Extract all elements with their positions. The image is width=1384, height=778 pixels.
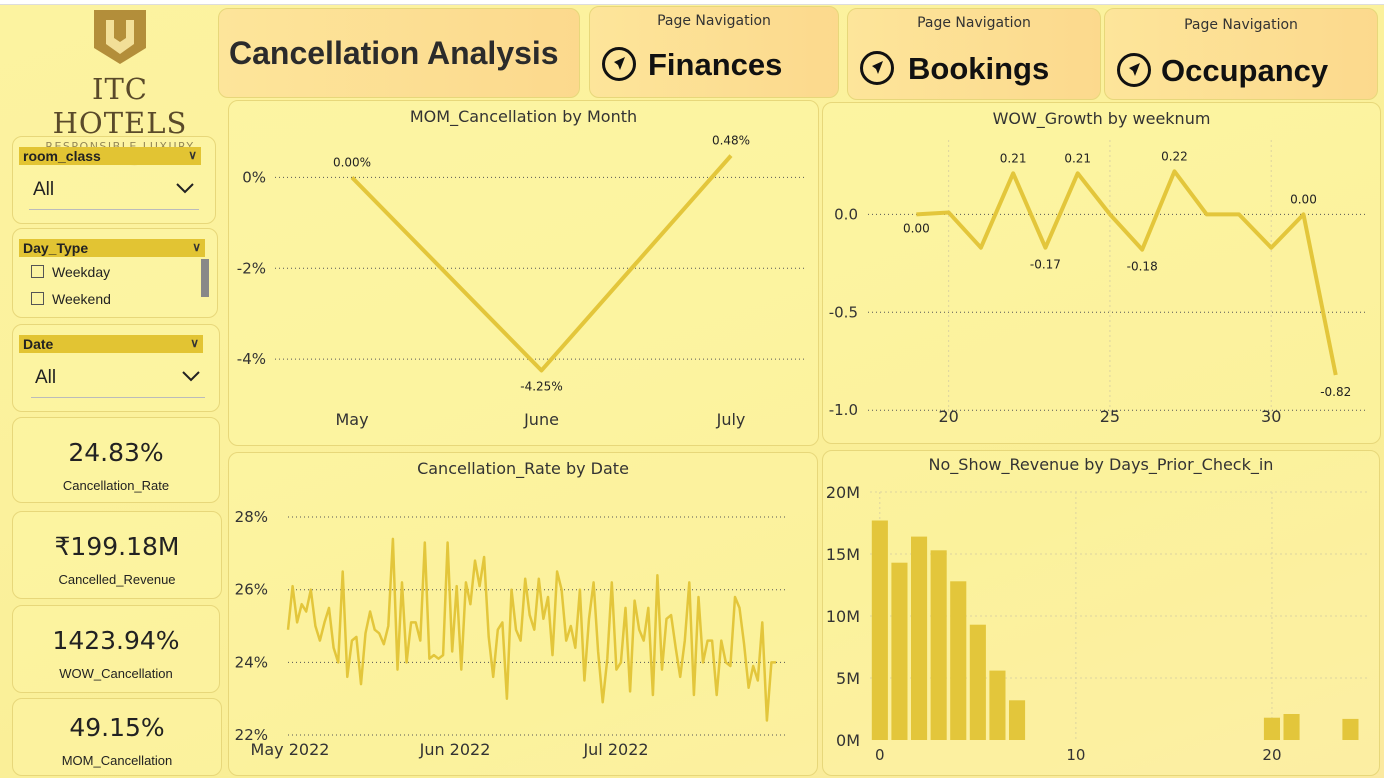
- chart-title: No_Show_Revenue by Days_Prior_Check_in: [928, 455, 1274, 474]
- navigation-arrow-icon: [1117, 53, 1151, 87]
- chart-title: Cancellation_Rate by Date: [417, 459, 629, 478]
- navigation-arrow-icon: [860, 51, 894, 85]
- nav-caption: Page Navigation: [917, 15, 1031, 31]
- kpi-mom-cancellation: 49.15% MOM_Cancellation: [12, 698, 222, 776]
- slicer-title: Day_Type: [23, 240, 89, 256]
- cancellation-rate-chart-card: Cancellation_Rate by Date: [228, 452, 818, 776]
- brand-name: ITC HOTELS: [52, 72, 188, 140]
- kpi-label: MOM_Cancellation: [61, 753, 173, 768]
- wow-growth-chart-card: WOW_Growth by weeknum: [822, 102, 1381, 444]
- room-class-dropdown[interactable]: All: [29, 175, 199, 210]
- chevron-down-icon[interactable]: ∨: [190, 334, 199, 352]
- nav-button-finances[interactable]: Page Navigation Finances: [589, 6, 839, 98]
- kpi-label: WOW_Cancellation: [59, 666, 173, 681]
- kpi-value: 24.83%: [68, 438, 164, 467]
- nav-label: Bookings: [908, 51, 1050, 86]
- kpi-label: Cancellation_Rate: [62, 478, 170, 493]
- slicer-header[interactable]: room_class ∨: [19, 147, 201, 165]
- checkbox-weekend[interactable]: Weekend: [31, 291, 111, 307]
- kpi-cancellation-rate: 24.83% Cancellation_Rate: [12, 417, 220, 503]
- room-class-slicer: room_class ∨ All: [12, 136, 216, 224]
- kpi-label: Cancelled_Revenue: [58, 572, 176, 587]
- kpi-value: 1423.94%: [52, 626, 180, 655]
- date-dropdown[interactable]: All: [31, 363, 205, 398]
- nav-caption: Page Navigation: [657, 13, 771, 29]
- kpi-cancelled-revenue: ₹199.18M Cancelled_Revenue: [12, 511, 222, 599]
- mom-cancellation-chart-card: MOM_Cancellation by Month: [228, 100, 819, 446]
- top-edge: [0, 0, 1384, 5]
- kpi-value: 49.15%: [69, 713, 165, 742]
- no-show-revenue-chart-card: No_Show_Revenue by Days_Prior_Check_in: [822, 450, 1380, 776]
- checkbox-label: Weekday: [52, 264, 111, 280]
- nav-button-occupancy[interactable]: Page Navigation Occupancy: [1104, 8, 1378, 100]
- checkbox-label: Weekend: [52, 291, 111, 307]
- nav-button-bookings[interactable]: Page Navigation Bookings: [847, 8, 1101, 100]
- navigation-arrow-icon: [602, 47, 636, 81]
- page-title: Cancellation Analysis: [229, 35, 559, 71]
- chevron-down-icon[interactable]: ∨: [192, 238, 201, 256]
- checkbox-icon[interactable]: [31, 292, 44, 305]
- nav-label: Finances: [648, 47, 783, 82]
- page-title-card: Cancellation Analysis: [218, 8, 580, 98]
- slicer-header[interactable]: Day_Type ∨: [19, 239, 205, 257]
- itc-hotels-logo: ITC HOTELS RESPONSIBLE LUXURY: [20, 8, 220, 166]
- checkbox-weekday[interactable]: Weekday: [31, 264, 110, 280]
- date-slicer: Date ∨ All: [12, 324, 220, 412]
- nav-caption: Page Navigation: [1184, 17, 1298, 33]
- day-type-slicer: Day_Type ∨ Weekday Weekend: [12, 228, 218, 318]
- chevron-down-icon[interactable]: ∨: [188, 146, 197, 164]
- checkbox-icon[interactable]: [31, 265, 44, 278]
- kpi-wow-cancellation: 1423.94% WOW_Cancellation: [12, 605, 220, 693]
- nav-label: Occupancy: [1161, 53, 1329, 88]
- slicer-title: room_class: [23, 148, 101, 164]
- slicer-header[interactable]: Date ∨: [19, 335, 203, 353]
- dropdown-value: All: [35, 367, 57, 388]
- chart-title: WOW_Growth by weeknum: [992, 109, 1211, 128]
- itc-emblem-icon: [94, 10, 146, 64]
- kpi-value: ₹199.18M: [54, 532, 180, 561]
- scrollbar-thumb[interactable]: [201, 259, 209, 297]
- dropdown-value: All: [33, 179, 55, 200]
- chevron-down-icon: [182, 371, 200, 382]
- chevron-down-icon: [176, 183, 194, 194]
- chart-title: MOM_Cancellation by Month: [409, 107, 638, 126]
- slicer-title: Date: [23, 336, 54, 352]
